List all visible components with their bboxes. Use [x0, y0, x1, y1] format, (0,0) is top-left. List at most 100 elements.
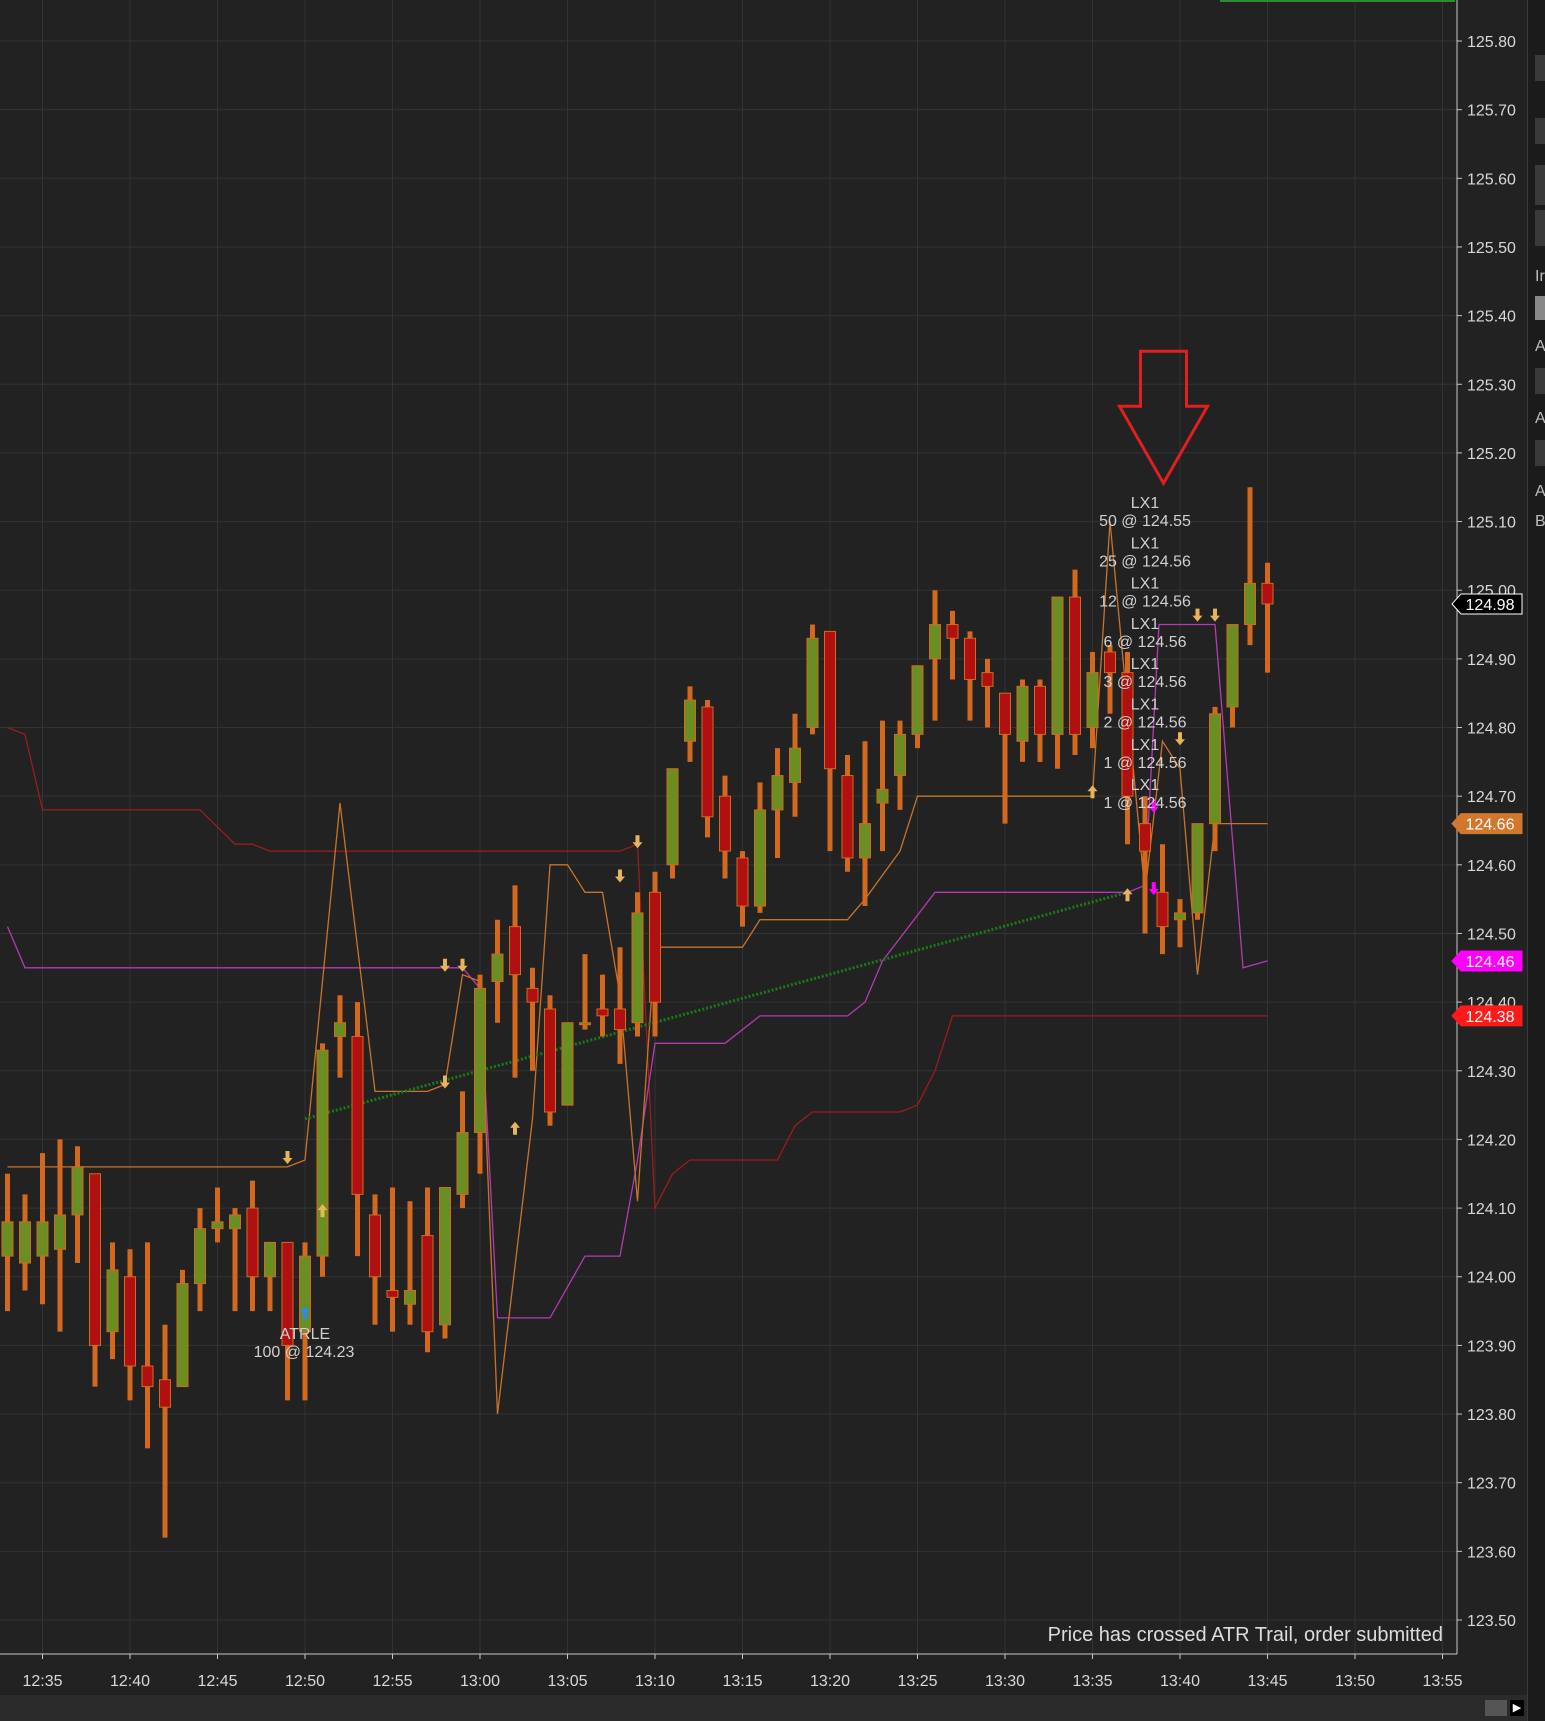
side-panel-label: B [1535, 513, 1545, 530]
candle[interactable] [176, 1269, 189, 1388]
y-tick-label: 125.20 [1467, 446, 1516, 463]
candle[interactable] [561, 1022, 574, 1106]
candle-body [999, 692, 1011, 735]
candle-body [771, 775, 784, 811]
candle[interactable] [1191, 823, 1204, 920]
y-tick-label: 125.10 [1467, 515, 1516, 532]
x-tick-label: 13:50 [1335, 1673, 1375, 1690]
side-panel-box[interactable] [1535, 440, 1545, 466]
candle-body [614, 1008, 626, 1031]
x-tick-label: 13:35 [1072, 1673, 1112, 1690]
candle-body [666, 768, 679, 866]
candle-body [561, 1022, 574, 1106]
candle-body [264, 1241, 276, 1278]
candle-body [194, 1228, 206, 1285]
candle[interactable] [666, 768, 679, 879]
candle-body [246, 1207, 259, 1278]
x-tick-label: 13:30 [985, 1673, 1025, 1690]
exit-label-name: LX1 [1131, 535, 1160, 552]
side-panel-box[interactable] [1535, 118, 1545, 144]
y-tick-label: 123.60 [1467, 1544, 1516, 1561]
candle-body [806, 637, 819, 729]
scrollbar-thumb[interactable] [1485, 1700, 1507, 1716]
candle[interactable] [1069, 569, 1081, 755]
horizontal-scrollbar[interactable]: ▶ [0, 1695, 1527, 1721]
y-tick-label: 124.00 [1467, 1270, 1516, 1287]
candle-body [1016, 685, 1029, 742]
y-tick-label: 123.90 [1467, 1338, 1516, 1355]
candle-body [876, 788, 889, 804]
candle[interactable] [544, 995, 556, 1126]
candle-body [579, 1022, 591, 1026]
candle-body [421, 1235, 434, 1333]
exit-label-name: LX1 [1131, 656, 1160, 673]
y-tick-label: 125.70 [1467, 103, 1516, 120]
candle-body [946, 624, 959, 639]
candle-body [1139, 823, 1151, 852]
x-tick-label: 12:40 [110, 1673, 150, 1690]
y-tick-label: 125.30 [1467, 377, 1516, 394]
candle[interactable] [631, 892, 644, 1037]
status-message: Price has crossed ATR Trail, order submi… [1048, 1624, 1443, 1646]
side-panel-box[interactable] [1535, 368, 1545, 394]
x-tick-label: 13:15 [722, 1673, 762, 1690]
y-tick-label: 123.80 [1467, 1407, 1516, 1424]
side-panel-label: A [1535, 338, 1545, 355]
candle-body [316, 1049, 329, 1257]
price-badge-label: 124.66 [1466, 817, 1515, 834]
candle-body [106, 1269, 119, 1333]
candle-body [789, 747, 801, 783]
candle-body [334, 1022, 346, 1037]
side-panel-box[interactable] [1535, 210, 1545, 246]
x-tick-label: 13:40 [1160, 1673, 1200, 1690]
candle-body [544, 1008, 556, 1113]
candle-body [911, 665, 924, 735]
candle-body [369, 1214, 381, 1278]
candle-body [1209, 713, 1221, 825]
exit-label-name: LX1 [1131, 576, 1160, 593]
candle-body [439, 1186, 451, 1326]
side-panel-box[interactable] [1535, 165, 1545, 205]
x-tick-label: 12:50 [285, 1673, 325, 1690]
y-tick-label: 124.50 [1467, 926, 1516, 943]
candle[interactable] [806, 624, 819, 735]
x-tick-label: 13:55 [1422, 1673, 1462, 1690]
candle-body [299, 1255, 311, 1333]
y-tick-label: 125.60 [1467, 171, 1516, 188]
candle-body [719, 795, 731, 852]
scroll-right-arrow-icon[interactable]: ▶ [1510, 1700, 1524, 1716]
candle-body [1226, 624, 1239, 708]
price-badge-label: 124.46 [1466, 954, 1515, 971]
candle[interactable] [439, 1186, 451, 1339]
candle[interactable] [701, 700, 714, 838]
side-panel-box[interactable] [1535, 55, 1545, 81]
candle-body [1156, 891, 1169, 928]
candle-body [894, 733, 906, 777]
candle-body [824, 630, 836, 770]
y-tick-label: 124.10 [1467, 1201, 1516, 1218]
candle-body [526, 987, 539, 1003]
candle[interactable] [316, 1043, 329, 1277]
candle-body [1191, 823, 1204, 914]
exit-label-detail: 25 @ 124.56 [1099, 553, 1191, 570]
candle-body [1051, 596, 1064, 735]
exit-label-detail: 3 @ 124.56 [1104, 674, 1187, 691]
side-panel-label: A [1535, 483, 1545, 500]
price-badge: 124.66 [1451, 813, 1523, 835]
price-chart[interactable]: ATRLE100 @ 124.23LX150 @ 124.55LX125 @ 1… [0, 0, 1527, 1695]
side-panel-box[interactable] [1535, 296, 1545, 320]
x-tick-label: 13:10 [635, 1673, 675, 1690]
exit-label-detail: 1 @ 124.56 [1104, 755, 1187, 772]
price-badge: 124.38 [1451, 1005, 1523, 1027]
candle-body [89, 1173, 101, 1346]
entry-label-name: ATRLE [280, 1326, 330, 1343]
price-badge: 124.46 [1451, 950, 1523, 972]
x-tick-label: 12:35 [22, 1673, 62, 1690]
exit-label-name: LX1 [1131, 616, 1160, 633]
candle-body [649, 891, 661, 1003]
y-tick-label: 124.90 [1467, 652, 1516, 669]
price-badge-label: 124.98 [1466, 597, 1515, 614]
candle-body [859, 823, 871, 859]
x-tick-label: 12:45 [197, 1673, 237, 1690]
candle-body [71, 1166, 84, 1216]
